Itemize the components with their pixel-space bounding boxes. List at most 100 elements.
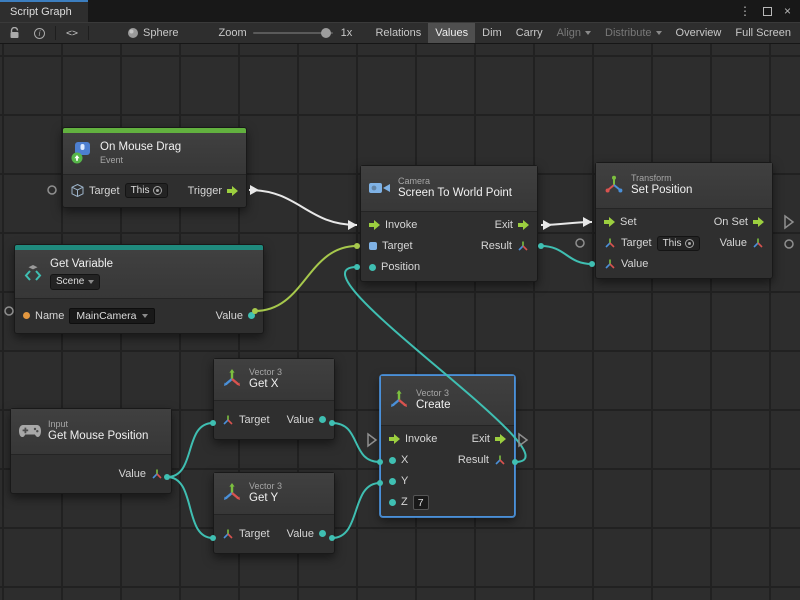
wire-arrowhead xyxy=(583,217,592,227)
node-set-position[interactable]: Transform Set Position Set On Set xyxy=(595,162,773,279)
scope-label: Scene xyxy=(56,276,84,288)
object-picker-icon[interactable] xyxy=(685,239,694,248)
wire-mouse-to-gety-target[interactable] xyxy=(167,477,213,538)
port-on-set-output[interactable]: On Set xyxy=(714,216,764,228)
string-port-icon xyxy=(23,312,30,319)
node-header[interactable]: Transform Set Position xyxy=(596,163,772,209)
flow-arrow-icon xyxy=(604,217,615,227)
titlebar: Script Graph ⋮ × xyxy=(0,0,800,22)
window-close-icon[interactable]: × xyxy=(784,4,791,18)
node-header[interactable]: On Mouse Drag Event xyxy=(63,133,246,175)
tab-script-graph[interactable]: Script Graph xyxy=(0,0,88,22)
port-label: Target xyxy=(239,528,270,540)
float-port-icon xyxy=(319,416,326,423)
dim-button[interactable]: Dim xyxy=(475,23,509,43)
node-subtitle: Event xyxy=(100,155,181,166)
variable-scope-dropdown[interactable]: Scene xyxy=(50,274,100,290)
node-header[interactable]: Vector 3 Create xyxy=(381,376,514,426)
port-label: Target xyxy=(239,414,270,426)
port-result-output[interactable]: Result xyxy=(458,454,506,466)
port-value-input[interactable]: Value xyxy=(604,258,648,270)
port-exit-output[interactable]: Exit xyxy=(495,219,529,231)
port-value-output[interactable]: Value xyxy=(119,468,163,480)
distribute-button[interactable]: Distribute xyxy=(598,23,668,43)
port-set-input[interactable]: Set xyxy=(604,216,637,228)
port-value-output[interactable]: Value xyxy=(720,237,764,249)
port-target-input[interactable]: Target This xyxy=(71,183,168,198)
node-get-mouse-position[interactable]: Input Get Mouse Position Value xyxy=(10,408,172,494)
port-x-input[interactable]: X xyxy=(389,454,408,466)
graph-canvas[interactable]: On Mouse Drag Event Target This T xyxy=(0,44,800,600)
port-label: Set xyxy=(620,216,637,228)
lock-icon[interactable] xyxy=(2,23,27,43)
port-value-output[interactable]: Value xyxy=(287,414,326,426)
node-vector3-create[interactable]: Vector 3 Create Invoke Exit xyxy=(380,375,515,517)
port-label: Trigger xyxy=(188,185,222,197)
chevron-down-icon xyxy=(142,314,148,318)
node-title: Get Y xyxy=(249,492,282,506)
relations-button[interactable]: Relations xyxy=(368,23,428,43)
node-header[interactable]: Get Variable Scene xyxy=(15,250,263,299)
values-button[interactable]: Values xyxy=(428,23,475,43)
port-value-output[interactable]: Value xyxy=(287,528,326,540)
info-icon[interactable]: i xyxy=(27,23,52,43)
value-port-icon xyxy=(248,312,255,319)
wire-getx-value-to-x[interactable] xyxy=(332,423,380,462)
node-vector3-get-y[interactable]: Vector 3 Get Y Target Value xyxy=(213,472,335,554)
port-camera-target-input[interactable]: Target xyxy=(369,240,413,252)
port-trigger-output[interactable]: Trigger xyxy=(188,185,238,197)
wire-mouse-to-getx-target[interactable] xyxy=(167,423,213,477)
port-value-output[interactable]: Value xyxy=(216,310,255,322)
full-screen-button[interactable]: Full Screen xyxy=(728,23,798,43)
port-z-input[interactable]: Z 7 xyxy=(389,495,429,510)
port-label: Target xyxy=(89,185,120,197)
float-port-icon xyxy=(389,478,396,485)
align-button[interactable]: Align xyxy=(550,23,598,43)
wire-arrowhead xyxy=(348,220,357,230)
object-picker-icon[interactable] xyxy=(153,186,162,195)
port-transform-target-input[interactable]: Target This xyxy=(604,236,700,251)
carry-button[interactable]: Carry xyxy=(509,23,550,43)
port-result-output[interactable]: Result xyxy=(481,240,529,252)
port-invoke-input[interactable]: Invoke xyxy=(389,433,437,445)
wire-result-to-setpos-value[interactable] xyxy=(541,246,592,264)
port-target-input[interactable]: Target xyxy=(222,528,270,540)
node-get-variable[interactable]: Get Variable Scene Name MainCamera xyxy=(14,244,264,334)
port-y-input[interactable]: Y xyxy=(389,475,408,487)
port-target-input[interactable]: Target xyxy=(222,414,270,426)
node-header[interactable]: Vector 3 Get Y xyxy=(214,473,334,515)
zoom-label: Zoom xyxy=(212,23,247,43)
port-position-input[interactable]: Position xyxy=(369,261,420,273)
window-maximize-icon[interactable] xyxy=(763,7,772,16)
node-header[interactable]: Camera Screen To World Point xyxy=(361,166,537,212)
wire-trigger-to-invoke[interactable] xyxy=(249,190,357,225)
node-header[interactable]: Vector 3 Get X xyxy=(214,359,334,401)
node-vector3-get-x[interactable]: Vector 3 Get X Target Value xyxy=(213,358,335,440)
node-titles: Camera Screen To World Point xyxy=(398,176,512,201)
wire-gety-value-to-y[interactable] xyxy=(332,483,380,538)
port-exit-output[interactable]: Exit xyxy=(472,433,506,445)
vector3-icon xyxy=(222,483,242,503)
overview-button[interactable]: Overview xyxy=(669,23,729,43)
node-on-mouse-drag[interactable]: On Mouse Drag Event Target This T xyxy=(62,127,247,208)
window-menu-icon[interactable]: ⋮ xyxy=(739,4,751,18)
port-name-input[interactable]: Name MainCamera xyxy=(23,308,155,324)
code-view-icon[interactable]: <> xyxy=(59,23,85,43)
port-invoke-input[interactable]: Invoke xyxy=(369,219,417,231)
zoom-slider[interactable] xyxy=(253,32,333,34)
node-title: Set Position xyxy=(631,184,692,198)
zoom-slider-handle[interactable] xyxy=(321,28,331,38)
tab-label: Script Graph xyxy=(10,6,72,18)
z-value-field[interactable]: 7 xyxy=(413,495,429,510)
wire-variable-to-camera-target[interactable] xyxy=(255,246,357,311)
graph-owner-button[interactable]: Sphere xyxy=(120,23,185,43)
target-this-chip[interactable]: This xyxy=(125,183,169,198)
target-this-chip[interactable]: This xyxy=(657,236,701,251)
wire-exit-to-set[interactable] xyxy=(541,222,592,225)
port-label: Name xyxy=(35,310,64,322)
variable-name-dropdown[interactable]: MainCamera xyxy=(69,308,155,324)
sphere-icon xyxy=(127,27,139,39)
node-screen-to-world-point[interactable]: Camera Screen To World Point Invoke Exit xyxy=(360,165,538,282)
node-title: Get Mouse Position xyxy=(48,430,148,444)
node-header[interactable]: Input Get Mouse Position xyxy=(11,409,171,455)
